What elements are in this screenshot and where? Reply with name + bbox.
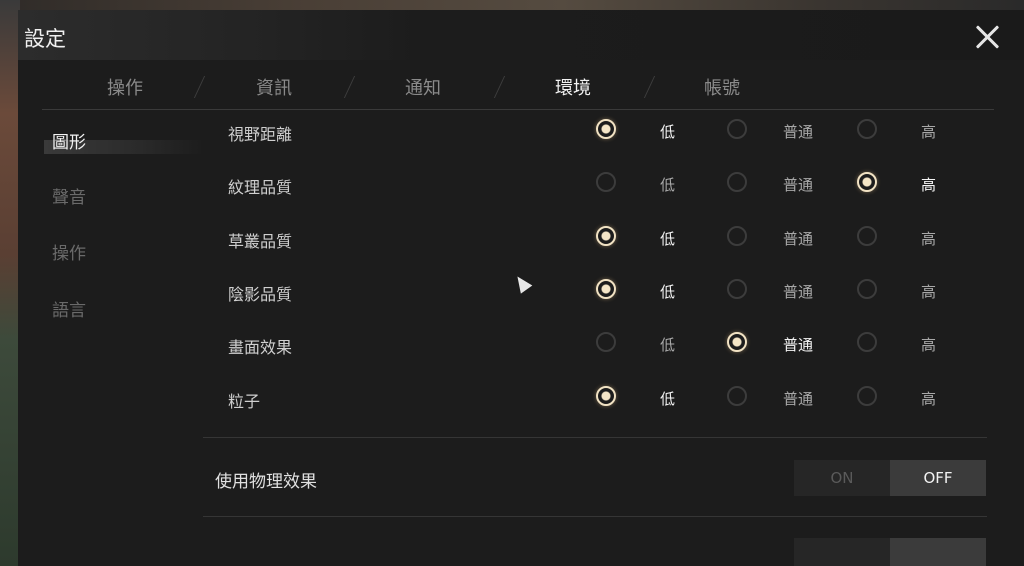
radio-low[interactable] (596, 332, 616, 352)
tab-separator (493, 76, 506, 98)
setting-row: 紋理品質 低 普通 高 (18, 172, 1024, 214)
toggle-off-segment[interactable] (890, 538, 986, 566)
radio-normal[interactable] (727, 226, 747, 246)
background-scene-left (0, 0, 20, 566)
toggle-on-button[interactable]: ON (794, 460, 890, 496)
title-bar: 設定 (18, 10, 1024, 60)
option-label-normal[interactable]: 普通 (783, 281, 813, 302)
radio-low[interactable] (596, 172, 616, 192)
option-label-high[interactable]: 高 (921, 388, 936, 409)
radio-high[interactable] (857, 119, 877, 139)
option-label-low[interactable]: 低 (660, 281, 675, 302)
option-label-high[interactable]: 高 (921, 334, 936, 355)
radio-high[interactable] (857, 386, 877, 406)
option-label-low[interactable]: 低 (660, 228, 675, 249)
tab-separator (643, 76, 656, 98)
setting-row: 畫面效果 低 普通 高 (18, 332, 1024, 374)
settings-panel: 設定 操作 資訊 通知 環境 帳號 圖形 聲音 操作 語言 視野距離低普通高紋理… (18, 10, 1024, 566)
radio-high[interactable] (857, 226, 877, 246)
setting-row: 視野距離 低 普通 高 (18, 119, 1024, 161)
tabs-divider (42, 109, 994, 110)
setting-label: 草叢品質 (228, 232, 293, 251)
option-label-low[interactable]: 低 (660, 121, 675, 142)
setting-row: 粒子 低 普通 高 (18, 386, 1024, 428)
section-divider (203, 437, 987, 438)
option-label-high[interactable]: 高 (921, 174, 936, 195)
physics-toggle[interactable]: ON OFF (794, 460, 986, 496)
radio-high[interactable] (857, 332, 877, 352)
radio-low[interactable] (596, 386, 616, 406)
section-divider (203, 516, 987, 517)
setting-label: 視野距離 (228, 125, 293, 144)
radio-normal[interactable] (727, 119, 747, 139)
page-title: 設定 (24, 27, 66, 51)
setting-label: 畫面效果 (228, 338, 293, 357)
radio-normal[interactable] (727, 279, 747, 299)
option-label-low[interactable]: 低 (660, 388, 675, 409)
option-label-high[interactable]: 高 (921, 228, 936, 249)
radio-normal[interactable] (727, 332, 747, 352)
setting-label: 陰影品質 (228, 285, 293, 304)
option-label-high[interactable]: 高 (921, 281, 936, 302)
tab-separator (343, 76, 356, 98)
option-label-normal[interactable]: 普通 (783, 121, 813, 142)
tab-notifications[interactable]: 通知 (373, 74, 473, 100)
option-label-normal[interactable]: 普通 (783, 334, 813, 355)
setting-row: 草叢品質 低 普通 高 (18, 226, 1024, 268)
radio-low[interactable] (596, 226, 616, 246)
radio-low[interactable] (596, 279, 616, 299)
physics-setting-label: 使用物理效果 (215, 472, 317, 492)
toggle-off-button[interactable]: OFF (890, 460, 986, 496)
option-label-normal[interactable]: 普通 (783, 388, 813, 409)
option-label-normal[interactable]: 普通 (783, 228, 813, 249)
setting-label: 紋理品質 (228, 178, 293, 197)
option-label-high[interactable]: 高 (921, 121, 936, 142)
radio-low[interactable] (596, 119, 616, 139)
tab-account[interactable]: 帳號 (672, 74, 772, 100)
radio-normal[interactable] (727, 172, 747, 192)
option-label-low[interactable]: 低 (660, 334, 675, 355)
close-icon[interactable] (974, 24, 1000, 50)
option-label-low[interactable]: 低 (660, 174, 675, 195)
tab-info[interactable]: 資訊 (224, 74, 324, 100)
radio-high[interactable] (857, 172, 877, 192)
tab-environment[interactable]: 環境 (523, 74, 623, 100)
option-label-normal[interactable]: 普通 (783, 174, 813, 195)
tab-bar: 操作 資訊 通知 環境 帳號 (18, 70, 1024, 110)
radio-normal[interactable] (727, 386, 747, 406)
tab-separator (193, 76, 206, 98)
next-setting-toggle[interactable] (794, 538, 986, 566)
setting-label: 粒子 (228, 392, 261, 411)
tab-controls[interactable]: 操作 (75, 74, 175, 100)
radio-high[interactable] (857, 279, 877, 299)
